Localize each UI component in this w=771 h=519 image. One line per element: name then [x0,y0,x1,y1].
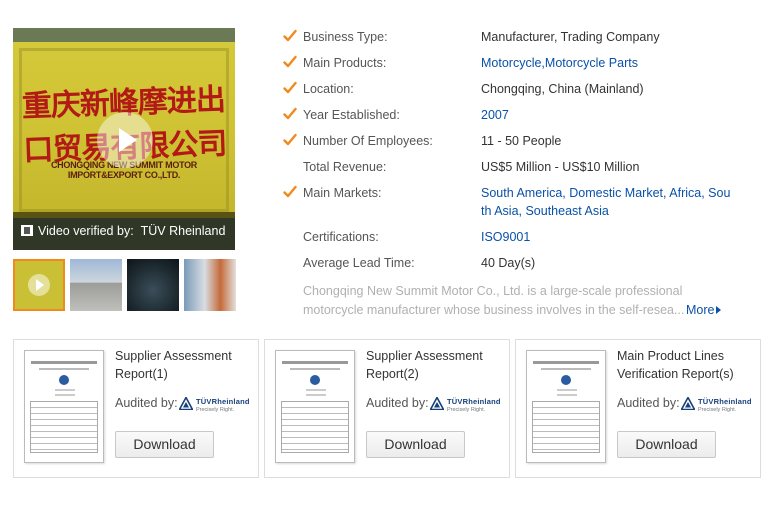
caption-verifier: TÜV Rheinland [140,224,226,238]
thumbnail-factory[interactable] [70,259,122,311]
report-card: Supplier Assessment Report(2) Audited by:… [264,339,510,478]
auditor-tagline: Precisely Right. [447,407,486,413]
report-thumbnail[interactable] [275,350,355,463]
info-label: Main Markets: [303,186,382,200]
info-value: US$5 Million - US$10 Million [481,160,640,174]
thumbnail-motorcycle[interactable] [127,259,179,311]
info-label: Average Lead Time: [303,256,415,270]
report-card: Supplier Assessment Report(1) Audited by:… [13,339,259,478]
thumbnail-video[interactable] [13,259,65,311]
check-icon [283,29,297,42]
play-icon [28,274,50,296]
auditor-name: TÜVRheinland [698,397,752,406]
auditor-name: TÜVRheinland [196,397,250,406]
video-verified-caption: Video verified by: TÜV Rheinland [13,212,235,250]
report-title: Supplier Assessment Report(1) [115,349,232,381]
check-icon [283,81,297,94]
tuv-logo: TÜVRheinland Precisely Right. [430,396,506,416]
media-thumbnails [13,259,236,311]
info-value[interactable]: South America, Domestic Market, Africa, … [481,184,731,220]
video-icon [21,225,33,236]
tuv-triangle-icon [681,397,695,410]
audited-by-label: Audited by: [366,396,429,410]
thumbnail-booth[interactable] [184,259,236,311]
auditor-name: TÜVRheinland [447,397,501,406]
info-label: Main Products: [303,56,387,70]
seal-icon [561,375,571,385]
seal-icon [59,375,69,385]
check-icon [283,107,297,120]
download-button[interactable]: Download [617,431,716,458]
info-label: Total Revenue: [303,160,387,174]
info-value: Chongqing, China (Mainland) [481,82,644,96]
report-title: Main Product Lines Verification Report(s… [617,349,734,381]
info-label: Business Type: [303,30,388,44]
company-description: Chongqing New Summit Motor Co., Ltd. is … [303,284,685,317]
tuv-logo: TÜVRheinland Precisely Right. [179,396,255,416]
check-icon [283,133,297,146]
company-video-player[interactable]: 重庆新峰摩进出口贸易有限公司 CHONGQING NEW SUMMIT MOTO… [13,28,235,250]
info-value[interactable]: 2007 [481,106,731,124]
report-card: Main Product Lines Verification Report(s… [515,339,761,478]
auditor-tagline: Precisely Right. [196,407,235,413]
report-thumbnail[interactable] [526,350,606,463]
check-icon [283,55,297,68]
caption-prefix: Video verified by: [38,224,134,238]
audited-by-label: Audited by: [617,396,680,410]
check-icon [283,185,297,198]
info-value[interactable]: Motorcycle,Motorcycle Parts [481,54,731,72]
play-icon[interactable] [97,112,153,168]
report-thumbnail[interactable] [24,350,104,463]
auditor-tagline: Precisely Right. [698,407,737,413]
info-label: Number Of Employees: [303,134,433,148]
info-label: Year Established: [303,108,400,122]
audited-by-label: Audited by: [115,396,178,410]
info-value: 40 Day(s) [481,256,536,270]
info-value[interactable]: ISO9001 [481,228,731,246]
download-button[interactable]: Download [366,431,465,458]
tuv-triangle-icon [179,397,193,410]
more-link[interactable]: More [686,301,722,320]
info-value: Manufacturer, Trading Company [481,30,660,44]
info-value: 11 - 50 People [481,134,562,148]
info-label: Certifications: [303,230,379,244]
download-button[interactable]: Download [115,431,214,458]
tuv-triangle-icon [430,397,444,410]
more-label: More [686,303,715,317]
report-title: Supplier Assessment Report(2) [366,349,483,381]
info-label: Location: [303,82,354,96]
seal-icon [310,375,320,385]
tuv-logo: TÜVRheinland Precisely Right. [681,396,757,416]
triangle-right-icon [716,306,722,314]
